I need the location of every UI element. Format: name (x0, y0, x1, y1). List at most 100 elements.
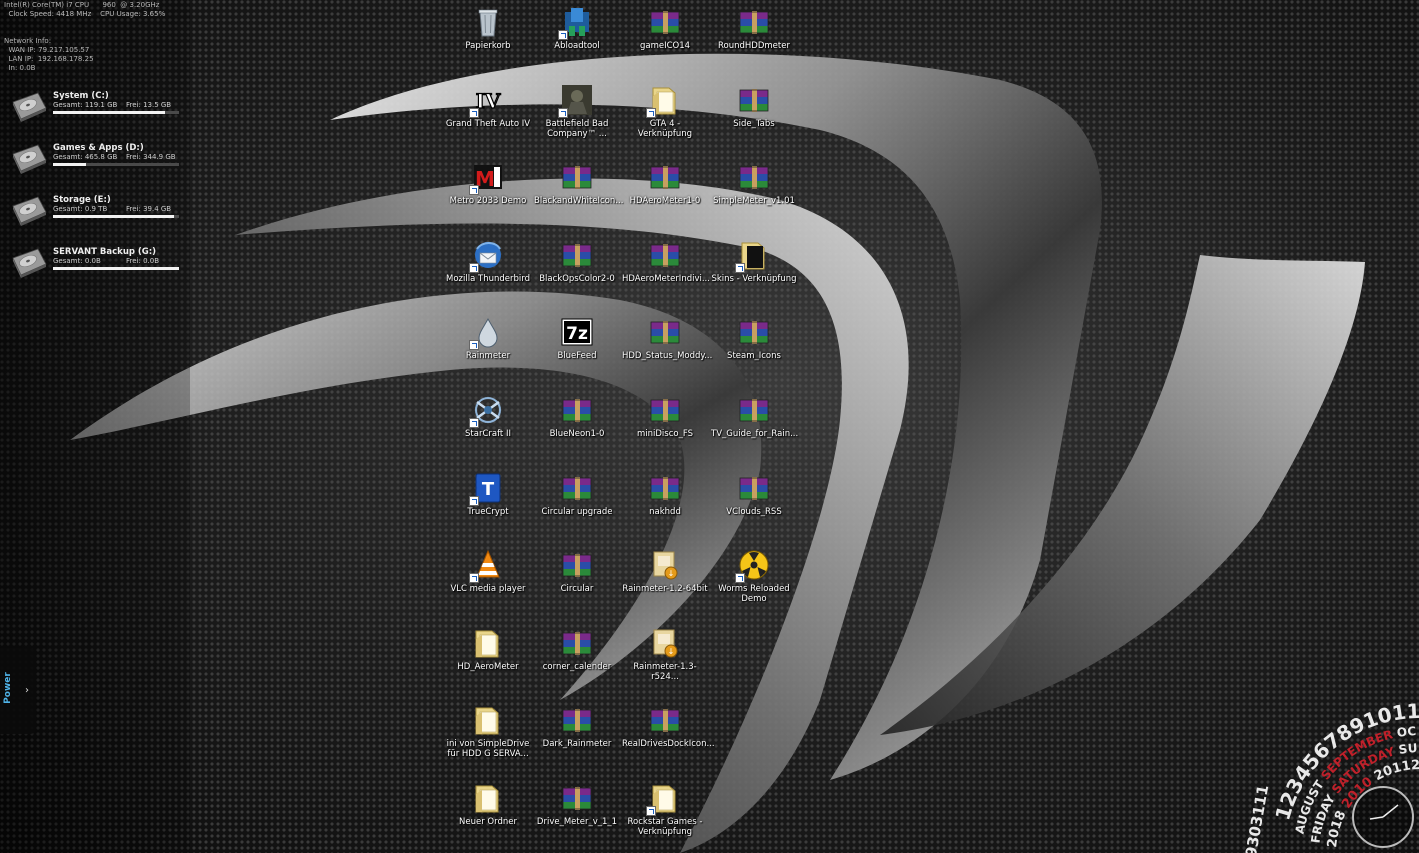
archive-icon (649, 704, 681, 736)
gta4-icon: IV (469, 84, 504, 118)
archive-icon (561, 161, 593, 193)
clock-speed: Clock Speed: 4418 MHz (8, 10, 92, 18)
desktop-icon-vclouds-rss[interactable]: VClouds_RSS (711, 468, 797, 542)
desktop-icon-rainmeter-1-2-64bit[interactable]: ↓ Rainmeter-1.2-64bit (622, 545, 708, 619)
drive-total: Gesamt: 119.1 GB (53, 101, 118, 109)
hard-drive-icon (12, 196, 47, 226)
desktop-icon-nakhdd[interactable]: nakhdd (622, 468, 708, 542)
drive-meter: Games & Apps (D:) Gesamt: 465.8 GB Frei: … (10, 140, 185, 180)
desktop-icon-label: TV_Guide_for_Rain... (711, 429, 799, 439)
desktop-icon-label: SimpleMeter_v1.01 (713, 196, 795, 207)
desktop-icon-hdd-status-moddy[interactable]: HDD_Status_Moddy... (622, 312, 712, 386)
desktop-icon-neuer-ordner[interactable]: Neuer Ordner (445, 778, 531, 852)
desktop-icon-label: BlackOpsColor2-0 (539, 273, 615, 284)
worms-icon (735, 549, 770, 584)
desktop-icon-battlefield-bad-company[interactable]: Battlefield Bad Company™ ... (534, 80, 620, 154)
drive-free: Frei: 13.5 GB (126, 101, 172, 109)
desktop-icon-label: Circular (560, 584, 594, 595)
shortcut-arrow-icon (469, 340, 479, 351)
desktop-icon-worms-reloaded-demo[interactable]: Worms Reloaded Demo (711, 545, 797, 619)
shortcut-arrow-icon (469, 107, 479, 118)
desktop-icon-skins-verkn-pfung[interactable]: Skins - Verknüpfung (711, 235, 797, 309)
desktop-icon-blackopscolor2-0[interactable]: BlackOpsColor2-0 (534, 235, 620, 309)
desktop-icon-roundhddmeter[interactable]: RoundHDDmeter (711, 2, 797, 76)
desktop-icon-label: nakhdd (649, 506, 681, 517)
shortcut-arrow-icon (469, 262, 479, 273)
drive-usage-fill (53, 215, 174, 218)
desktop-icon-blueneon1-0[interactable]: BlueNeon1-0 (534, 390, 620, 464)
desktop-icon-label: Rainmeter-1.2-64bit (622, 584, 708, 595)
shortcut-arrow-icon (469, 185, 479, 196)
desktop-icon-steam-icons[interactable]: Steam_Icons (711, 312, 797, 386)
desktop-icon-bluefeed[interactable]: 7z BlueFeed (534, 312, 620, 386)
desktop-icon-realdrivesdockicon[interactable]: RealDrivesDockIcon... (622, 700, 715, 774)
desktop-icon-blackandwhiteicon[interactable]: BlackandWhiteIcon... (534, 157, 623, 231)
desktop-icon-label: Mozilla Thunderbird (446, 273, 530, 284)
folder-icon (646, 782, 681, 816)
desktop-icon-label: Neuer Ordner (459, 817, 517, 827)
battlefield-icon (558, 84, 593, 118)
drive-name: SERVANT Backup (G:) (53, 247, 157, 257)
desktop-icon-vlc-media-player[interactable]: VLC media player (445, 545, 531, 619)
drive-meter: System (C:) Gesamt: 119.1 GB Frei: 13.5 G… (10, 88, 185, 128)
desktop-icon-papierkorb[interactable]: Papierkorb (445, 2, 531, 76)
desktop-icon-label: gameICO14 (639, 41, 691, 51)
folder-icon (472, 782, 504, 814)
desktop-icon-rainmeter[interactable]: Rainmeter (445, 312, 531, 386)
desktop-icon-abloadtool[interactable]: Abloadtool (534, 2, 620, 76)
drive-name: Games & Apps (D:) (53, 143, 144, 153)
desktop-icon-drive-meter-v-1-1[interactable]: Drive_Meter_v_1_1 (534, 778, 620, 852)
folder-icon (646, 84, 681, 118)
desktop-icon-label: Steam_Icons (727, 351, 781, 362)
desktop-icon-label: Side_Tabs (733, 118, 775, 129)
folder-icon (472, 627, 504, 659)
power-tab[interactable]: Power › (0, 648, 36, 734)
desktop-icon-hdaerometer1-0[interactable]: HDAeroMeter1-0 (622, 157, 708, 231)
shortcut-arrow-icon (469, 418, 479, 428)
drive-usage-bar (53, 163, 179, 166)
archive-icon (561, 472, 593, 504)
svg-text:↓: ↓ (668, 647, 675, 656)
archive-icon (738, 6, 770, 38)
folder-dark-icon (735, 239, 770, 273)
desktop-icon-label: ini von SimpleDrive für HDD G SERVA... (446, 739, 530, 760)
desktop-icon-side-tabs[interactable]: Side_Tabs (711, 80, 797, 154)
drive-meter: Storage (E:) Gesamt: 0.9 TB Frei: 39.4 GB (10, 192, 185, 232)
desktop-icon-grand-theft-auto-iv[interactable]: IV Grand Theft Auto IV (445, 80, 531, 154)
shortcut-arrow-icon (735, 262, 745, 273)
desktop-icon-simplemeter-v1-01[interactable]: SimpleMeter_v1.01 (711, 157, 797, 231)
desktop-icon-label: BlueFeed (557, 351, 597, 362)
recycle-bin-icon (472, 6, 504, 38)
archive-icon (649, 161, 681, 193)
svg-text:IV: IV (476, 89, 501, 113)
corner-calendar-widget: 1234567891011 AUGUST SEPTEMBER OCTOBER F… (1245, 700, 1419, 853)
desktop-icon-starcraft-ii[interactable]: StarCraft II (445, 390, 531, 464)
desktop-icon-gta-4-verkn-pfung[interactable]: GTA 4 - Verknüpfung (622, 80, 708, 154)
desktop-icon-gameico14[interactable]: gameICO14 (622, 2, 708, 76)
desktop-icon-dark-rainmeter[interactable]: Dark_Rainmeter (534, 700, 620, 774)
desktop-icon-mozilla-thunderbird[interactable]: Mozilla Thunderbird (445, 235, 531, 309)
desktop-icon-hd-aerometer[interactable]: HD_AeroMeter (445, 623, 531, 697)
desktop-icon-label: Rockstar Games - Verknüpfung (627, 817, 703, 837)
desktop-icon-ini-von-simpledrive-f-r-hdd-g-serva[interactable]: ini von SimpleDrive für HDD G SERVA... (445, 700, 531, 774)
archive-icon (649, 472, 681, 504)
wallpaper (70, 53, 1365, 853)
desktop-icon-label: RoundHDDmeter (718, 41, 790, 51)
desktop-icon-minidisco-fs[interactable]: miniDisco_FS (622, 390, 708, 464)
desktop-icon-label: VClouds_RSS (726, 506, 782, 517)
7zip-icon: 7z (561, 316, 593, 348)
desktop-icon-rainmeter-1-3-r524[interactable]: ↓ Rainmeter-1.3-r524... (622, 623, 708, 697)
desktop-icon-circular[interactable]: Circular (534, 545, 620, 619)
drive-total: Gesamt: 0.9 TB (53, 205, 108, 213)
desktop-icon-tv-guide-for-rain[interactable]: TV_Guide_for_Rain... (711, 390, 799, 464)
desktop-icon-rockstar-games-verkn-pfung[interactable]: Rockstar Games - Verknüpfung (622, 778, 708, 852)
network-info: Network Info: WAN IP: 79.217.105.57 LAN … (4, 37, 94, 73)
desktop-icon-circular-upgrade[interactable]: Circular upgrade (534, 468, 620, 542)
drive-free: Frei: 0.0B (126, 257, 160, 265)
archive-icon (649, 6, 681, 38)
desktop-icon-corner-calender[interactable]: corner_calender (534, 623, 620, 697)
desktop-icon-metro-2033-demo[interactable]: M Metro 2033 Demo (445, 157, 531, 231)
desktop-icon-hdaerometerindivi[interactable]: HDAeroMeterIndivi... (622, 235, 710, 309)
desktop-icon-truecrypt[interactable]: T TrueCrypt (445, 468, 531, 542)
drive-usage-bar (53, 111, 179, 114)
